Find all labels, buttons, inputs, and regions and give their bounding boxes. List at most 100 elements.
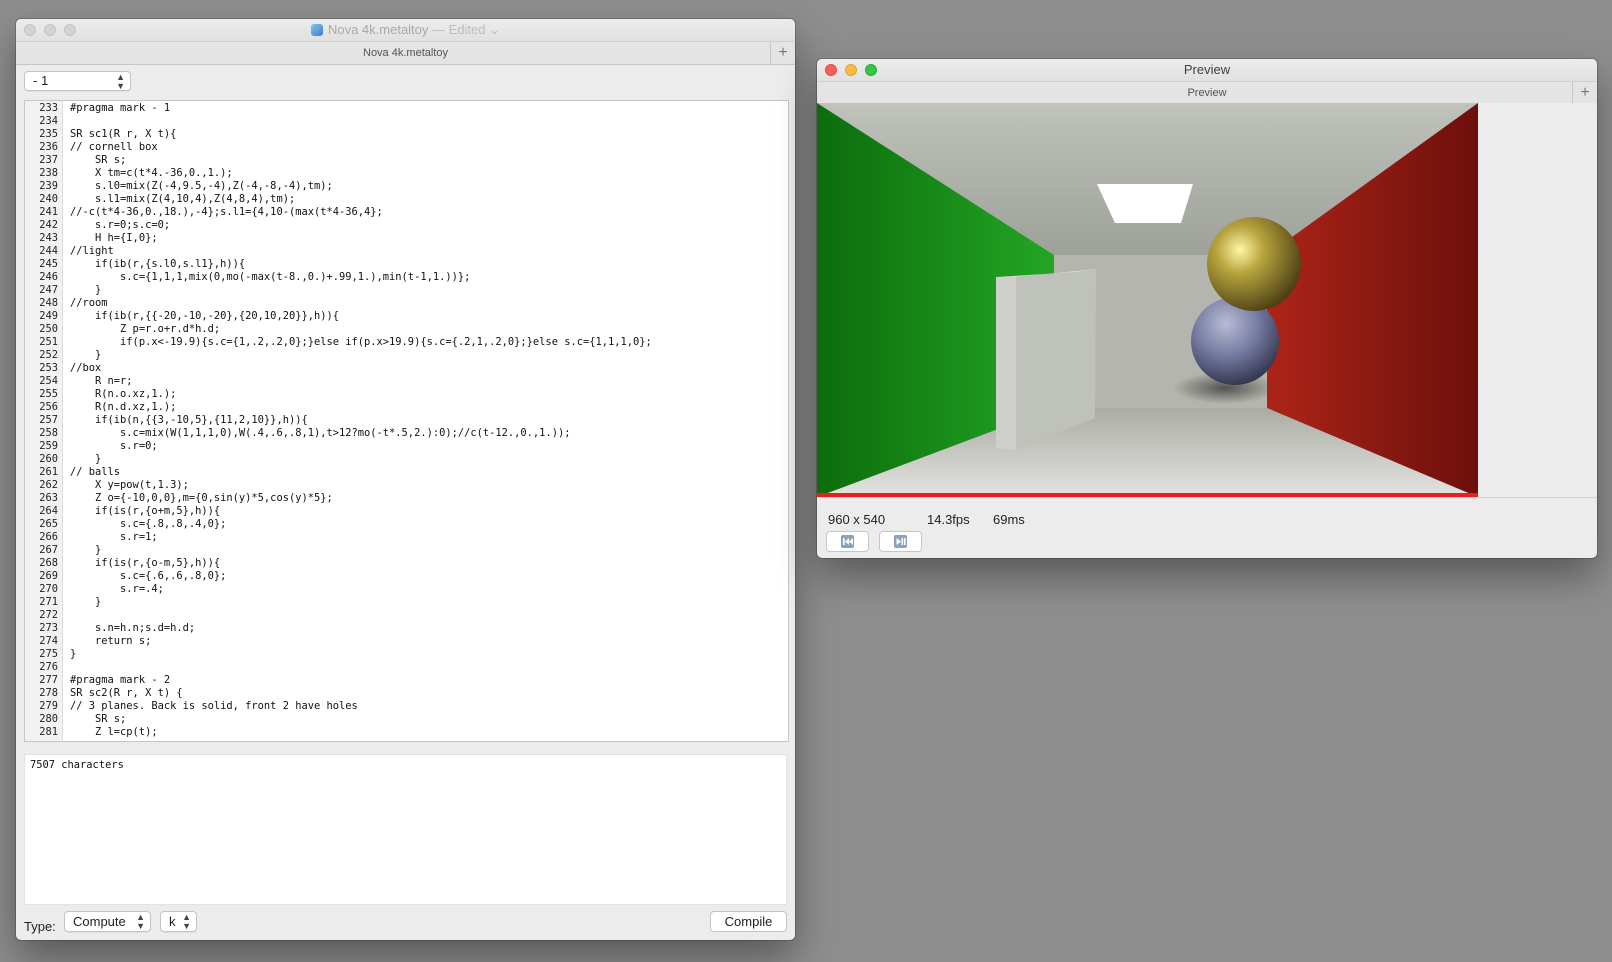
- code-editor[interactable]: 233 234 235 236 237 238 239 240 241 242 243 244 245 2…: [24, 100, 789, 742]
- code-line[interactable]: }: [70, 349, 788, 362]
- section-popup[interactable]: - 1 ▲ ▼: [24, 71, 131, 91]
- code-line[interactable]: s.c={.6,.6,.8,0};: [70, 570, 788, 583]
- code-line[interactable]: s.r=.4;: [70, 583, 788, 596]
- line-number: 236: [39, 141, 58, 153]
- editor-window: Nova 4k.metaltoy — Edited ⌄ Nova 4k.meta…: [16, 19, 795, 940]
- rewind-button[interactable]: [826, 531, 869, 552]
- add-tab-button[interactable]: +: [1572, 82, 1597, 104]
- code-line[interactable]: if(ib(n,{{3,-10,5},{11,2,10}},h)){: [70, 414, 788, 427]
- line-number: 269: [39, 570, 58, 582]
- line-number-gutter: 233 234 235 236 237 238 239 240 241 242 243 244 245 2…: [25, 101, 63, 741]
- code-line[interactable]: s.c={1,1,1,mix(0,mo(-max(t-8.,0.)+.99,1.…: [70, 271, 788, 284]
- code-line[interactable]: //-c(t*4-36,0.,18.),-4};s.l1={4,10-(max(…: [70, 206, 788, 219]
- code-line[interactable]: s.r=0;: [70, 440, 788, 453]
- code-line[interactable]: SR s;: [70, 713, 788, 726]
- line-number: 248: [39, 297, 58, 309]
- line-number: 278: [39, 687, 58, 699]
- code-line[interactable]: #pragma mark - 1: [70, 102, 788, 115]
- add-tab-button[interactable]: +: [770, 42, 795, 64]
- code-line[interactable]: }: [70, 453, 788, 466]
- code-line[interactable]: //box: [70, 362, 788, 375]
- play-pause-button[interactable]: [879, 531, 922, 552]
- blue-ball: [1191, 297, 1279, 385]
- code-line[interactable]: if(ib(r,{s.l0,s.l1},h)){: [70, 258, 788, 271]
- code-line[interactable]: SR s;: [70, 154, 788, 167]
- code-line[interactable]: // cornell box: [70, 141, 788, 154]
- minimize-button[interactable]: [845, 64, 857, 76]
- code-line[interactable]: X y=pow(t,1.3);: [70, 479, 788, 492]
- code-line[interactable]: if(is(r,{o+m,5},h)){: [70, 505, 788, 518]
- line-number: 251: [39, 336, 58, 348]
- minimize-button[interactable]: [44, 24, 56, 36]
- zoom-button[interactable]: [865, 64, 877, 76]
- code-line[interactable]: Z l=cp(t);: [70, 726, 788, 739]
- preview-window: Preview Preview + 960 x 540 14.3fps 69ms: [817, 59, 1597, 558]
- line-number: 262: [39, 479, 58, 491]
- console-output[interactable]: 7507 characters: [24, 754, 787, 905]
- code-line[interactable]: //light: [70, 245, 788, 258]
- line-number: 279: [39, 700, 58, 712]
- gold-ball: [1207, 217, 1301, 311]
- code-line[interactable]: s.l1=mix(Z(4,10,4),Z(4,8,4),tm);: [70, 193, 788, 206]
- line-number: 256: [39, 401, 58, 413]
- code-line[interactable]: SR sc2(R r, X t) {: [70, 687, 788, 700]
- code-line[interactable]: [70, 661, 788, 674]
- code-line[interactable]: //room: [70, 297, 788, 310]
- close-button[interactable]: [825, 64, 837, 76]
- code-line[interactable]: Z o={-10,0,0},m={0,sin(y)*5,cos(y)*5};: [70, 492, 788, 505]
- line-number: 238: [39, 167, 58, 179]
- edited-indicator[interactable]: — Edited ⌄: [432, 22, 500, 37]
- code-line[interactable]: }: [70, 544, 788, 557]
- code-line[interactable]: // balls: [70, 466, 788, 479]
- line-number: 266: [39, 531, 58, 543]
- preview-titlebar[interactable]: Preview: [817, 59, 1597, 81]
- code-line[interactable]: if(ib(r,{{-20,-10,-20},{20,10,20}},h)){: [70, 310, 788, 323]
- code-line[interactable]: [70, 115, 788, 128]
- kind-popup[interactable]: k ▲ ▼: [160, 911, 197, 932]
- line-number: 242: [39, 219, 58, 231]
- code-line[interactable]: if(p.x<-19.9){s.c={1,.2,.2,0};}else if(p…: [70, 336, 788, 349]
- code-line[interactable]: // 3 planes. Back is solid, front 2 have…: [70, 700, 788, 713]
- code-line[interactable]: }: [70, 596, 788, 609]
- code-line[interactable]: SR sc1(R r, X t){: [70, 128, 788, 141]
- editor-titlebar[interactable]: Nova 4k.metaltoy — Edited ⌄: [16, 19, 795, 41]
- code-line[interactable]: #pragma mark - 2: [70, 674, 788, 687]
- tab-document[interactable]: Nova 4k.metaltoy: [363, 47, 448, 59]
- close-button[interactable]: [24, 24, 36, 36]
- code-text[interactable]: #pragma mark - 1 SR sc1(R r, X t){// corn…: [70, 101, 788, 741]
- render-view[interactable]: [817, 103, 1478, 497]
- tab-preview[interactable]: Preview: [1187, 87, 1226, 99]
- code-line[interactable]: R(n.d.xz,1.);: [70, 401, 788, 414]
- type-popup[interactable]: Compute ▲ ▼: [64, 911, 151, 932]
- code-line[interactable]: if(is(r,{o-m,5},h)){: [70, 557, 788, 570]
- code-line[interactable]: s.c=mix(W(1,1,1,0),W(.4,.6,.8,1),t>12?mo…: [70, 427, 788, 440]
- code-line[interactable]: }: [70, 284, 788, 297]
- code-line[interactable]: H h={I,0};: [70, 232, 788, 245]
- compile-button[interactable]: Compile: [710, 911, 787, 932]
- code-line[interactable]: s.c={.8,.8,.4,0};: [70, 518, 788, 531]
- code-line[interactable]: R n=r;: [70, 375, 788, 388]
- line-number: 252: [39, 349, 58, 361]
- code-line[interactable]: [70, 609, 788, 622]
- code-line[interactable]: s.r=0;s.c=0;: [70, 219, 788, 232]
- line-number: 260: [39, 453, 58, 465]
- code-line[interactable]: X tm=c(t*4.-36,0.,1.);: [70, 167, 788, 180]
- zoom-button[interactable]: [64, 24, 76, 36]
- line-number: 280: [39, 713, 58, 725]
- code-line[interactable]: return s;: [70, 635, 788, 648]
- code-line[interactable]: s.n=h.n;s.d=h.d;: [70, 622, 788, 635]
- kind-popup-value: k: [169, 914, 176, 929]
- line-number: 268: [39, 557, 58, 569]
- line-number: 241: [39, 206, 58, 218]
- code-line[interactable]: s.l0=mix(Z(-4,9.5,-4),Z(-4,-8,-4),tm);: [70, 180, 788, 193]
- line-number: 253: [39, 362, 58, 374]
- character-count: 7507 characters: [30, 759, 124, 771]
- window-controls: [24, 24, 76, 36]
- cornell-box-render: [817, 103, 1478, 497]
- window-title: Preview: [1183, 62, 1231, 77]
- code-line[interactable]: Z p=r.o+r.d*h.d;: [70, 323, 788, 336]
- line-number: 245: [39, 258, 58, 270]
- code-line[interactable]: }: [70, 648, 788, 661]
- code-line[interactable]: s.r=1;: [70, 531, 788, 544]
- code-line[interactable]: R(n.o.xz,1.);: [70, 388, 788, 401]
